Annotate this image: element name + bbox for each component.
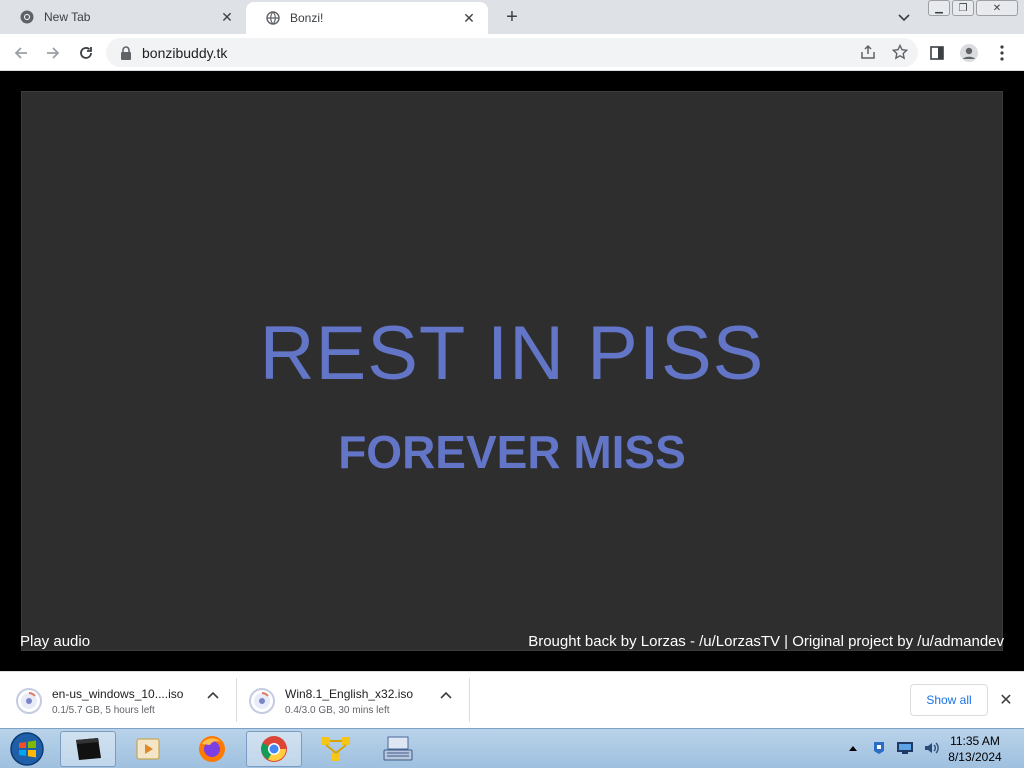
divider	[469, 678, 470, 722]
tab-new-tab[interactable]: New Tab ✕	[0, 0, 246, 34]
minimize-icon[interactable]: ▁	[928, 0, 950, 16]
stage: REST IN PISS FOREVER MISS	[21, 91, 1003, 651]
page-content: REST IN PISS FOREVER MISS Play audio Bro…	[0, 72, 1024, 671]
keyboard-app-icon[interactable]	[370, 731, 426, 767]
address-bar[interactable]: bonzibuddy.tk	[106, 38, 918, 67]
tab-bonzi[interactable]: Bonzi! ✕	[246, 2, 488, 34]
chevron-up-icon[interactable]	[204, 686, 222, 704]
subheadline: FOREVER MISS	[338, 426, 686, 478]
chevron-down-icon[interactable]	[894, 8, 914, 28]
credits-text: Brought back by Lorzas - /u/LorzasTV | O…	[528, 633, 1004, 650]
share-icon[interactable]	[858, 42, 878, 62]
star-icon[interactable]	[890, 42, 910, 62]
reload-icon[interactable]	[75, 42, 97, 64]
play-audio-link[interactable]: Play audio	[20, 633, 90, 650]
divider	[236, 678, 237, 722]
tab-title: New Tab	[44, 10, 91, 24]
url-text: bonzibuddy.tk	[142, 44, 228, 61]
clock[interactable]: 11:35 AM 8/13/2024	[940, 733, 1010, 765]
restore-icon[interactable]: ❐	[952, 0, 974, 16]
lock-icon[interactable]	[120, 45, 134, 60]
tab-title: Bonzi!	[290, 11, 324, 25]
download-status: 0.1/5.7 GB, 5 hours left	[52, 704, 155, 716]
volume-icon[interactable]	[922, 739, 940, 757]
headline: REST IN PISS	[259, 311, 765, 396]
download-item[interactable]: Win8.1_English_x32.iso 0.4/3.0 GB, 30 mi…	[249, 678, 413, 724]
action-center-icon[interactable]	[870, 739, 888, 757]
chrome-app-icon[interactable]	[246, 731, 302, 767]
back-icon[interactable]	[10, 42, 32, 64]
download-name: Win8.1_English_x32.iso	[285, 686, 414, 701]
firefox-app-icon[interactable]	[184, 731, 240, 767]
close-window-icon[interactable]: ✕	[976, 0, 1018, 16]
close-icon[interactable]: ✕	[996, 690, 1016, 710]
new-tab-button[interactable]: +	[500, 5, 524, 29]
download-shelf: en-us_windows_10....iso 0.1/5.7 GB, 5 ho…	[0, 671, 1024, 728]
show-all-button[interactable]: Show all	[910, 684, 988, 716]
disc-icon	[16, 688, 42, 714]
download-name: en-us_windows_10....iso	[52, 686, 184, 701]
menu-icon[interactable]	[991, 42, 1013, 64]
media-player-app-icon[interactable]	[120, 731, 176, 767]
system-tray	[844, 739, 940, 757]
window-controls: ▁ ❐ ✕	[928, 0, 1020, 16]
close-icon[interactable]: ✕	[218, 8, 236, 26]
clock-date: 8/13/2024	[948, 750, 1002, 764]
windows-start-icon[interactable]	[5, 731, 49, 767]
globe-icon	[266, 11, 280, 25]
chevron-up-icon[interactable]	[437, 686, 455, 704]
show-hidden-icons-icon[interactable]	[844, 739, 862, 757]
side-panel-icon[interactable]	[926, 42, 948, 64]
profile-icon[interactable]	[958, 42, 980, 64]
network-app-icon[interactable]	[308, 731, 364, 767]
browser-toolbar: bonzibuddy.tk	[0, 34, 1024, 71]
clock-time: 11:35 AM	[950, 734, 1000, 748]
chrome-icon	[20, 10, 34, 24]
terminal-app-icon[interactable]	[60, 731, 116, 767]
network-icon[interactable]	[896, 739, 914, 757]
download-item[interactable]: en-us_windows_10....iso 0.1/5.7 GB, 5 ho…	[16, 678, 183, 724]
forward-icon[interactable]	[42, 42, 64, 64]
download-status: 0.4/3.0 GB, 30 mins left	[285, 704, 390, 716]
taskbar: 11:35 AM 8/13/2024	[0, 728, 1024, 768]
disc-icon	[249, 688, 275, 714]
tab-strip: New Tab ✕ Bonzi! ✕ + ▁ ❐ ✕	[0, 0, 1024, 34]
close-icon[interactable]: ✕	[460, 9, 478, 27]
